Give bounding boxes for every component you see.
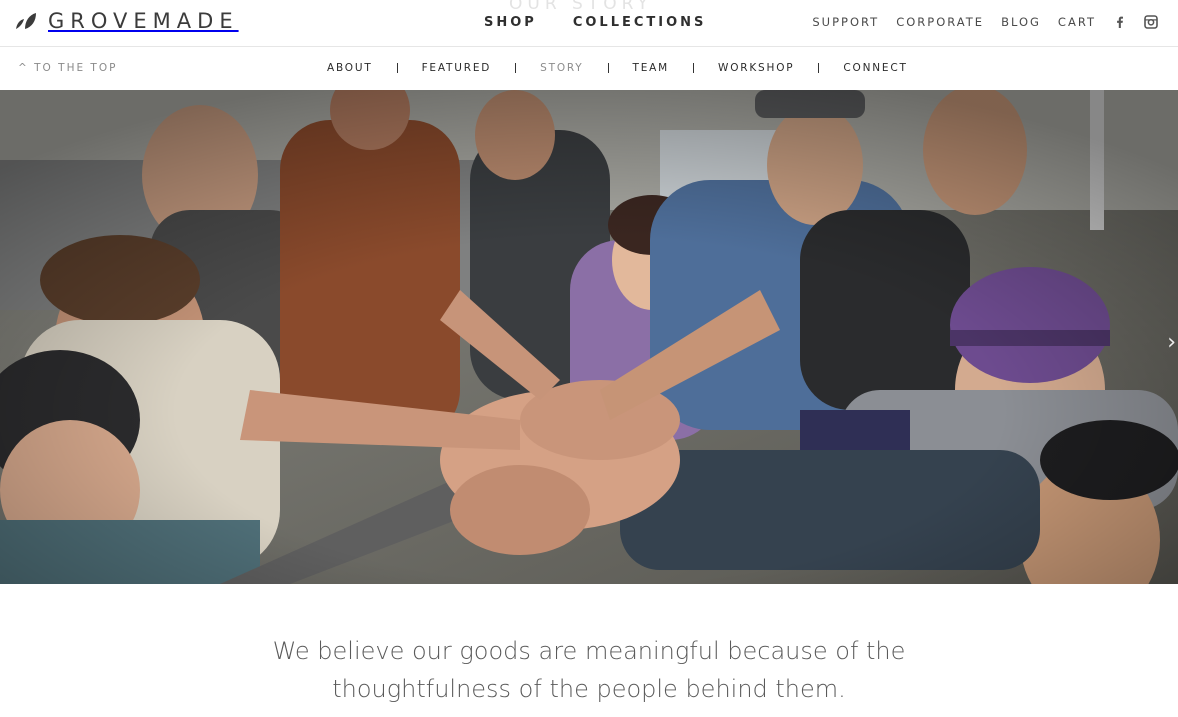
nav-collections[interactable]: COLLECTIONS bbox=[573, 15, 707, 30]
section-link-featured[interactable]: FEATURED bbox=[422, 62, 492, 74]
brand-name: GROVEMADE bbox=[48, 9, 239, 33]
story-tagline: We believe our goods are meaningful beca… bbox=[0, 632, 1178, 708]
section-link-about[interactable]: ABOUT bbox=[327, 62, 373, 74]
carousel-next-arrow-icon[interactable]: › bbox=[1167, 330, 1176, 355]
instagram-icon[interactable] bbox=[1144, 15, 1158, 29]
team-photo-illustration bbox=[0, 90, 1178, 584]
nav-blog[interactable]: BLOG bbox=[1001, 15, 1041, 29]
tagline-line-1: We believe our goods are meaningful beca… bbox=[272, 637, 906, 665]
tagline-line-2: thoughtfulness of the people behind them… bbox=[332, 675, 846, 703]
nav-support[interactable]: SUPPORT bbox=[812, 15, 879, 29]
section-link-team[interactable]: TEAM bbox=[633, 62, 670, 74]
section-link-story[interactable]: STORY bbox=[540, 62, 583, 74]
section-subnav: ^ TO THE TOP ABOUT FEATURED STORY TEAM W… bbox=[0, 48, 1178, 90]
nav-corporate[interactable]: CORPORATE bbox=[896, 15, 984, 29]
nav-cart[interactable]: CART bbox=[1058, 15, 1096, 29]
nav-shop[interactable]: SHOP bbox=[484, 15, 537, 30]
nav-divider bbox=[818, 63, 820, 73]
section-nav: ABOUT FEATURED STORY TEAM WORKSHOP CONNE… bbox=[327, 62, 908, 74]
site-header: GROVEMADE OUR STORY SHOP COLLECTIONS SUP… bbox=[0, 0, 1178, 47]
section-link-workshop[interactable]: WORKSHOP bbox=[718, 62, 794, 74]
utility-nav: SUPPORT CORPORATE BLOG CART bbox=[812, 15, 1158, 29]
leaf-logo-icon bbox=[16, 13, 36, 29]
nav-divider bbox=[515, 63, 517, 73]
nav-divider bbox=[693, 63, 695, 73]
brand-logo[interactable]: GROVEMADE bbox=[14, 9, 239, 33]
nav-divider bbox=[396, 63, 398, 73]
section-link-connect[interactable]: CONNECT bbox=[843, 62, 907, 74]
page-title-watermark: OUR STORY bbox=[509, 0, 653, 14]
nav-divider bbox=[607, 63, 609, 73]
main-nav: SHOP COLLECTIONS bbox=[484, 15, 706, 30]
to-the-top-link[interactable]: ^ TO THE TOP bbox=[18, 62, 117, 74]
hero-team-photo: › bbox=[0, 90, 1178, 584]
facebook-icon[interactable] bbox=[1113, 15, 1127, 29]
